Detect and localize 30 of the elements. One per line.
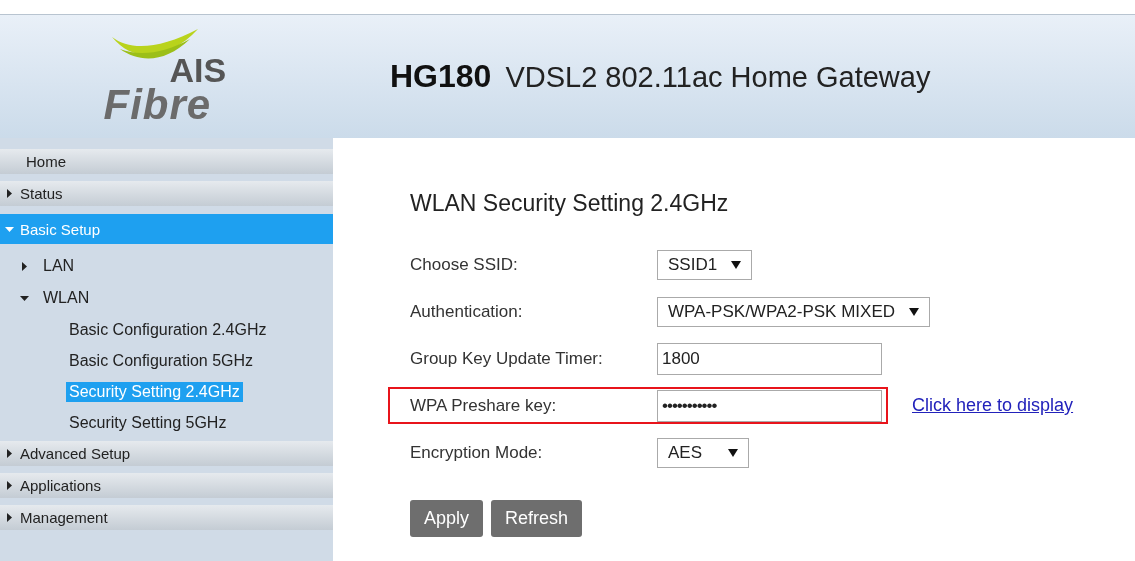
dropdown-caret-icon [728, 448, 738, 457]
display-link[interactable]: Click here to display [912, 395, 1074, 416]
apply-button[interactable]: Apply [410, 500, 484, 537]
sidebar-item[interactable]: Advanced Setup [0, 441, 333, 466]
refresh-button[interactable]: Refresh [491, 500, 583, 537]
field-label: Encryption Mode: [410, 442, 544, 463]
sidebar-item[interactable]: Security Setting 5GHz [66, 412, 230, 433]
sidebar-item[interactable]: Status [0, 181, 333, 206]
device-description: VDSL2 802.11ac Home Gateway [505, 61, 931, 94]
sidebar-item[interactable]: Home [0, 149, 333, 174]
dropdown-caret-icon [731, 260, 742, 269]
dropdown[interactable]: WPA-PSK/WPA2-PSK MIXED [657, 296, 931, 327]
field-label: Group Key Update Timer: [410, 348, 604, 369]
sidebar-item[interactable]: LAN [0, 250, 333, 282]
dropdown[interactable]: AES [657, 437, 749, 468]
sidebar-item[interactable]: Management [0, 505, 333, 530]
dropdown[interactable]: SSID1 [657, 249, 753, 280]
sidebar-item[interactable]: Basic Configuration 5GHz [66, 350, 257, 371]
dropdown-caret-icon [909, 307, 920, 316]
password-field[interactable]: ••••••••••• [657, 389, 882, 422]
sidebar-item[interactable]: Basic Configuration 2.4GHz [66, 319, 270, 340]
field-label: WPA Preshare key: [410, 395, 558, 416]
page-title: WLAN Security Setting 2.4GHz [410, 190, 730, 217]
field-label: Choose SSID: [410, 254, 519, 275]
logo-brand: AIS [169, 50, 227, 89]
sidebar-item[interactable]: Applications [0, 473, 333, 498]
field-label: Authentication: [410, 301, 524, 322]
input-field[interactable]: 1800 [657, 342, 882, 375]
sidebar-item[interactable]: WLAN [0, 282, 333, 314]
device-model: HG180 [390, 58, 492, 95]
